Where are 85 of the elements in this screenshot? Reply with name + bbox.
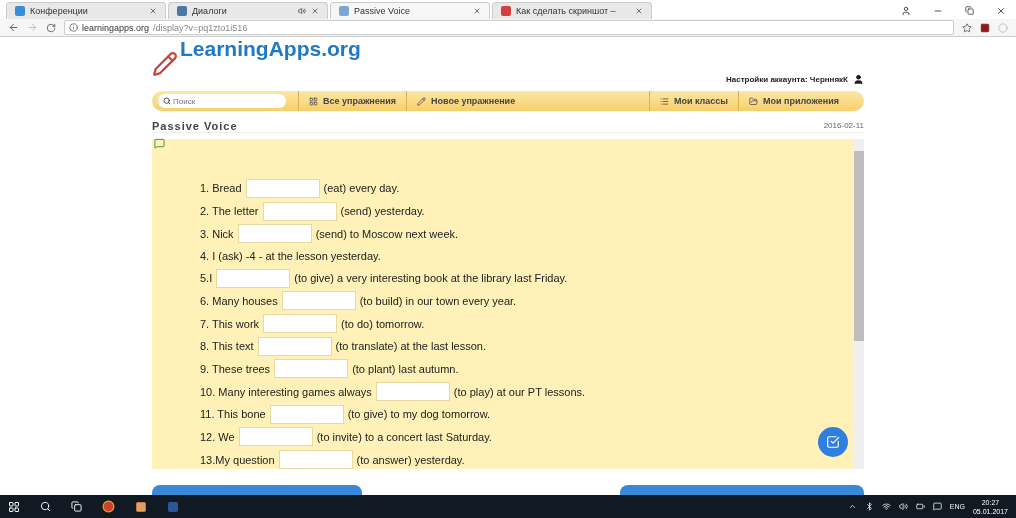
answer-field[interactable] [269,404,344,424]
sentence-text: (to give) a very interesting book at the library last Friday. [294,272,568,285]
check-button[interactable] [818,427,848,457]
sentence-text: (to answer) yesterday. [356,453,465,466]
sentence-text: 8. This text [200,340,254,353]
nav-link[interactable]: Мои приложения [738,91,858,111]
reload-icon[interactable] [46,22,56,33]
sentence-text: (eat) every day. [323,182,400,195]
sentence-text: 4. I (ask) -4 - at the lesson yesterday. [200,249,381,262]
nav-link[interactable]: Все упражнения [298,91,406,111]
answer-field[interactable] [238,427,313,447]
info-icon [69,23,78,32]
address-field[interactable]: learningapps.org /display?v=pq1zto1i516 [64,20,954,35]
sentence-text: 7. This work [200,317,260,330]
browser-tab[interactable]: Диалоги [168,2,328,19]
site-icon [501,6,511,16]
task-view-icon[interactable] [71,501,82,512]
user-icon[interactable] [853,74,864,85]
site-icon [177,6,187,16]
bookmark-star-icon[interactable] [962,22,972,33]
answer-field[interactable] [375,382,450,402]
sentence-text: 13.My question [200,453,275,466]
browser-tab[interactable]: Конференции [6,2,166,19]
pencil-logo-icon [152,51,178,77]
close-icon[interactable] [635,7,643,15]
sentence-text: 9. These trees [200,362,271,375]
speaker-icon[interactable] [298,7,306,15]
close-icon[interactable] [311,7,319,15]
sentence-text: (to play) at our PT lessons. [453,385,586,398]
browser-tab[interactable]: Как сделать скриншот – [492,2,652,19]
answer-field[interactable] [245,178,320,198]
notification-icon[interactable] [932,502,942,511]
exercise-date: 2016-02-11 [823,121,864,130]
browser-app-icon[interactable] [102,500,115,513]
sentence-text: (to build) in our town every year. [359,294,517,307]
volume-icon[interactable] [898,502,908,511]
pencil-icon [417,96,426,106]
sentence-text: 2. The letter [200,205,259,218]
sentence-text: (to give) to my dog tomorrow. [347,408,491,421]
search-field[interactable]: Поиск [158,94,286,108]
sentence-text: (to do) tomorrow. [341,317,425,330]
sentence-text: 3. Nick [200,227,234,240]
scrollbar[interactable] [854,139,864,469]
back-icon[interactable] [8,22,19,33]
chevron-up-icon[interactable] [847,502,857,511]
search-icon[interactable] [40,501,51,512]
site-icon [15,6,25,16]
answer-field[interactable] [257,336,332,356]
sentence-text: 6. Many houses [200,294,278,307]
answer-field[interactable] [262,201,337,221]
site-logo[interactable]: LearningApps.org [180,37,361,61]
sentence-text: (to plant) last autumn. [352,362,459,375]
sentence-text: (to invite) to a concert last Saturday. [316,430,492,443]
close-icon[interactable] [473,7,481,15]
account-link[interactable]: Настройки аккаунта: ЧерннякК [725,75,848,84]
sentence-text: (send) to Moscow next week. [315,227,459,240]
folder-icon [749,96,758,106]
close-icon[interactable] [149,7,157,15]
user-icon[interactable] [901,5,911,16]
list-icon [659,96,669,106]
check-icon [826,435,840,449]
battery-icon[interactable] [915,502,925,511]
answer-field[interactable] [278,450,353,470]
answer-field[interactable] [274,359,349,379]
sentence-text: 10. Many interesting games always [200,385,372,398]
sentence-text: 5.I [200,272,213,285]
sentence-text: (send) yesterday. [340,205,425,218]
wifi-icon[interactable] [881,502,891,511]
answer-field[interactable] [237,224,312,244]
restore-icon[interactable] [965,6,974,15]
sentence-text: 11. This bone [200,408,266,421]
exercise-title: Passive Voice [152,119,238,132]
close-icon[interactable] [996,5,1006,16]
bluetooth-icon[interactable] [864,502,874,511]
site-icon [339,6,349,16]
answer-field[interactable] [281,291,356,311]
answer-field[interactable] [216,268,291,288]
sentence-text: 1. Bread [200,182,242,195]
sentence-text: 12. We [200,430,235,443]
nav-link[interactable]: Новое упражнение [406,91,526,111]
nav-link[interactable]: Мои классы [648,91,738,111]
grid-icon [309,96,318,106]
answer-field[interactable] [263,314,338,334]
sentence-text: (to translate) at the last lesson. [335,340,487,353]
browser-tab[interactable]: Passive Voice [330,2,490,19]
